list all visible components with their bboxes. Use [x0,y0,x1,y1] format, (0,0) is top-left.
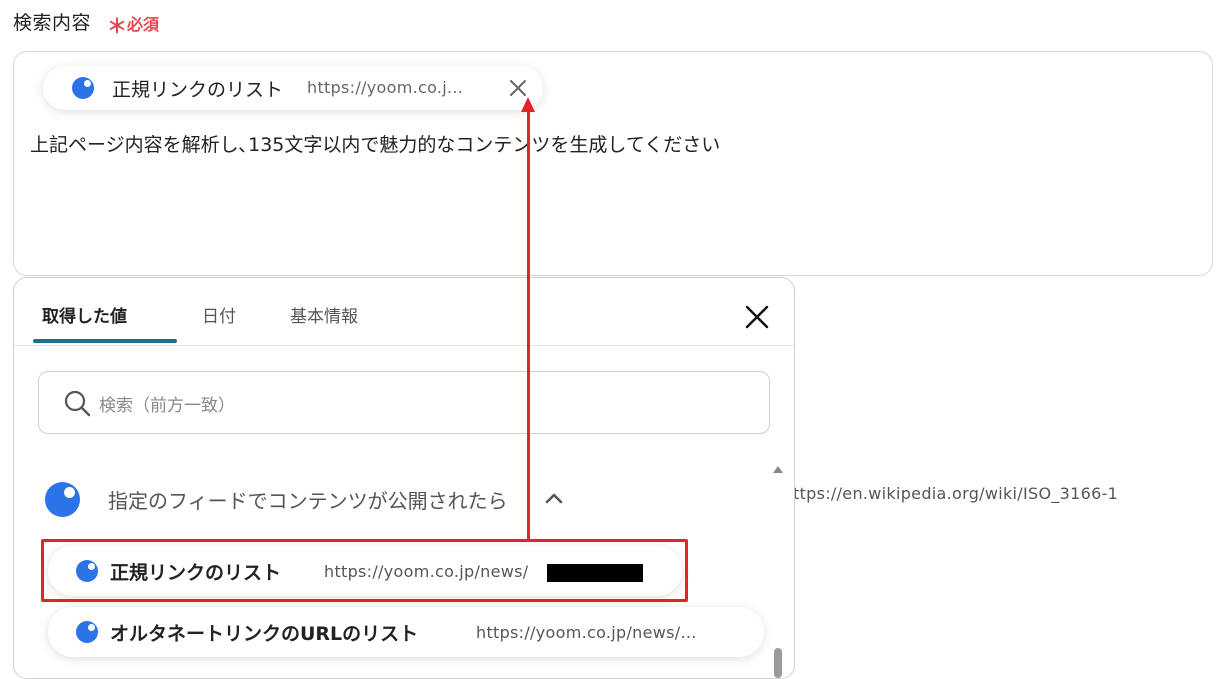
editor-text[interactable]: 上記ページ内容を解析し､135文字以内で魅力的なコンテンツを生成してください [30,130,720,157]
variable-dot-icon [76,621,98,643]
list-item[interactable]: オルタネートリンクのURLのリスト https://yoom.co.jp/new… [48,607,764,657]
tab-basic-info[interactable]: 基本情報 [290,302,358,327]
item-label: オルタネートリンクのURLのリスト [110,623,419,645]
variable-dot-icon [72,77,94,99]
scroll-up-arrow-icon[interactable] [773,466,783,473]
item-url: https://yoom.co.jp/news/... [476,623,697,642]
close-icon[interactable] [744,304,770,330]
chevron-up-icon[interactable] [544,491,564,505]
highlight-box [41,539,688,602]
tab-acquired-values[interactable]: 取得した値 [42,302,127,327]
variable-chip[interactable]: 正規リンクのリスト https://yoom.co.j... [43,66,543,110]
annotation-arrow-line [527,110,530,542]
field-label: 検索内容 [13,12,92,34]
active-tab-indicator [33,339,177,343]
search-icon [64,390,91,417]
search-input[interactable]: 検索（前方一致） [38,371,770,434]
close-icon[interactable] [507,77,529,99]
tab-divider [14,345,794,346]
scrollbar-thumb[interactable] [774,648,782,678]
required-star: ＊ [107,14,127,38]
chip-label: 正規リンクのリスト [112,79,284,101]
tab-date[interactable]: 日付 [202,302,236,327]
chip-url: https://yoom.co.j... [307,78,464,97]
background-url-text: ttps://en.wikipedia.org/wiki/ISO_3166-1 [793,484,1119,503]
group-dot-icon [45,482,80,517]
group-label[interactable]: 指定のフィードでコンテンツが公開されたら [108,485,508,514]
arrow-up-icon [521,97,535,112]
required-badge: 必須 [127,15,160,34]
search-placeholder: 検索（前方一致） [99,396,235,416]
